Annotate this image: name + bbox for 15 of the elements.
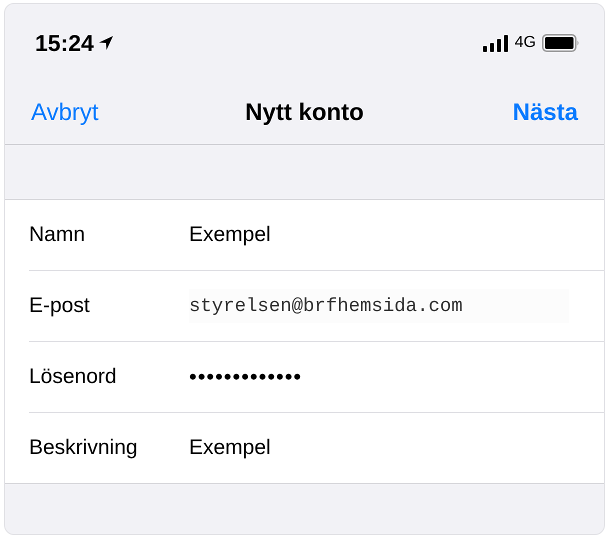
field-label: Beskrivning <box>29 436 139 460</box>
field-label: E-post <box>29 294 91 318</box>
text-field[interactable]: Exempel <box>189 436 569 460</box>
nav-title: Nytt konto <box>245 99 364 126</box>
signal-icon <box>482 34 509 52</box>
location-arrow-icon <box>98 35 114 51</box>
battery-icon <box>542 34 580 52</box>
text-field[interactable]: Exempel <box>189 223 569 247</box>
field-label: Lösenord <box>29 365 118 389</box>
cancel-button[interactable]: Avbryt <box>31 99 99 127</box>
status-time: 15:24 <box>35 30 94 56</box>
network-type: 4G <box>514 34 536 52</box>
next-button[interactable]: Nästa <box>512 99 578 127</box>
password-field[interactable]: ••••••••••••• <box>189 364 569 390</box>
field-label: Namn <box>29 223 86 247</box>
